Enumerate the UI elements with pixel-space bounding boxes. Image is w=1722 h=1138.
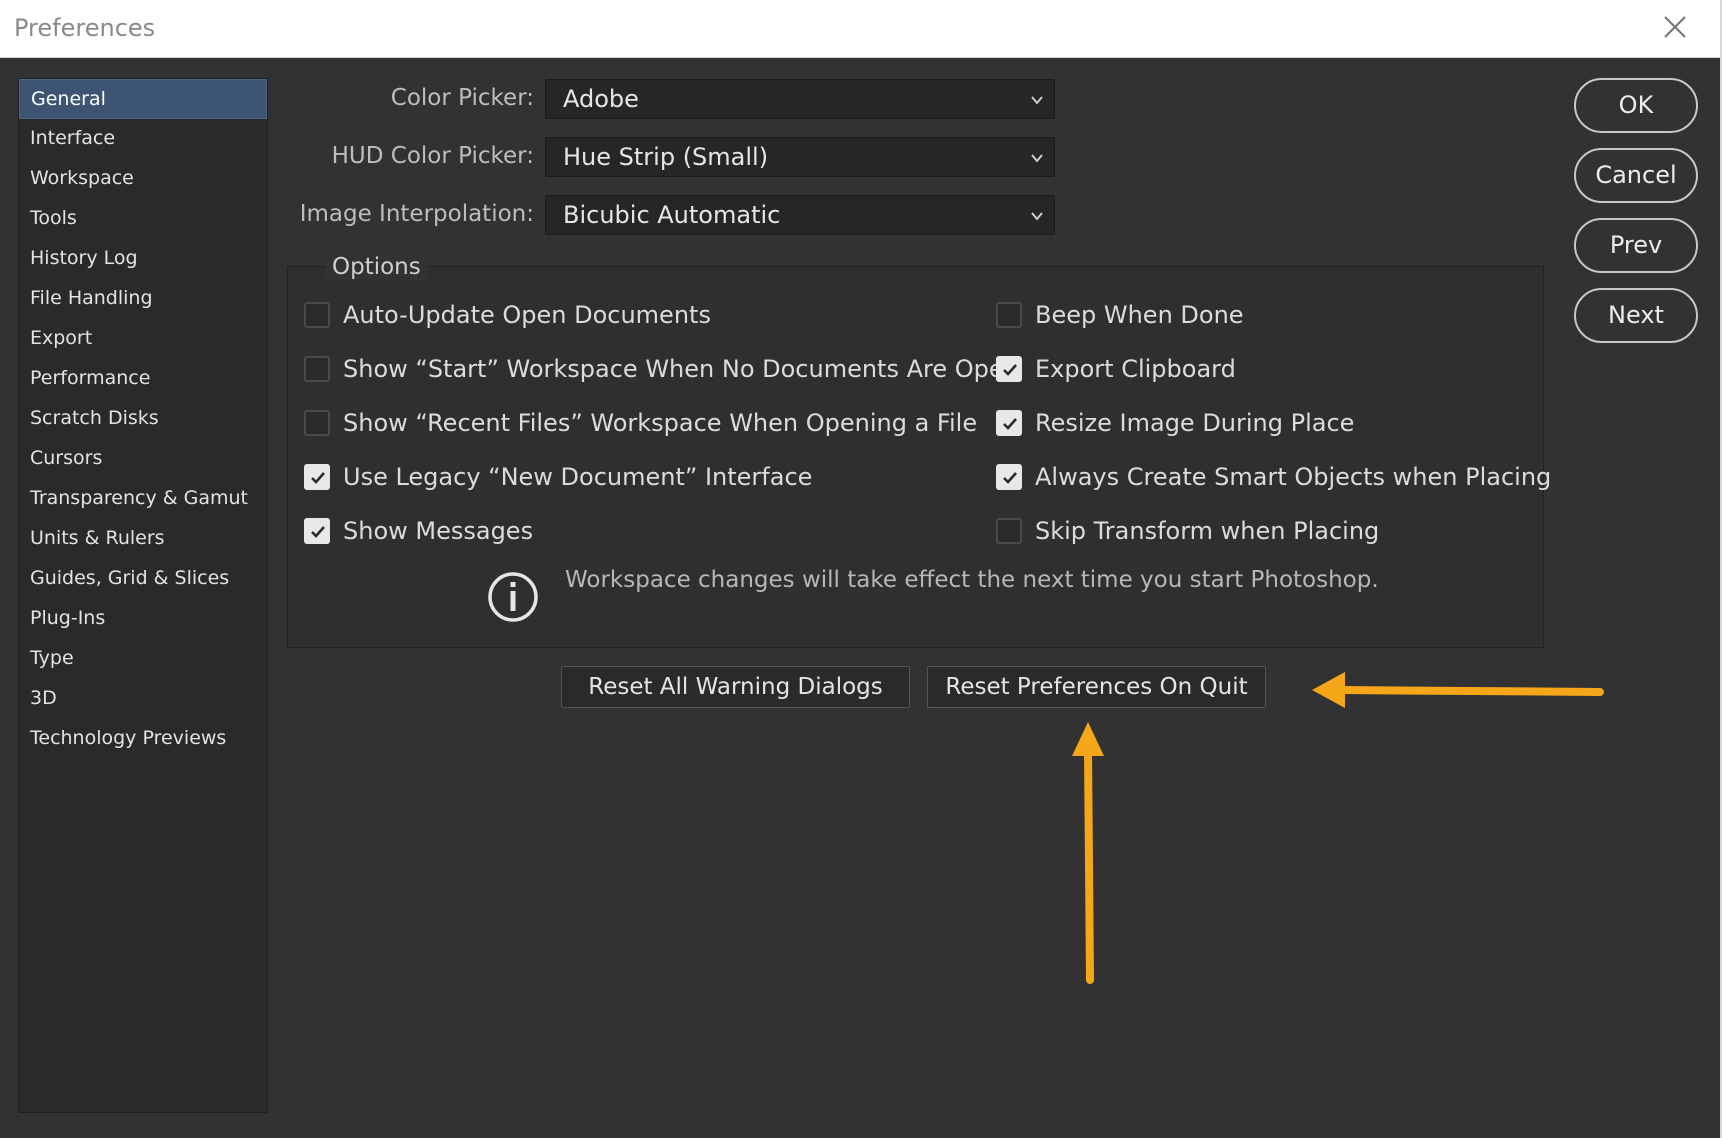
sidebar-item-workspace[interactable]: Workspace: [19, 159, 267, 199]
hud-color-picker-value: Hue Strip (Small): [563, 143, 769, 171]
checkmark-icon: [1003, 364, 1017, 376]
checkmark-icon: [1003, 418, 1017, 430]
sidebar-item-transparency-gamut[interactable]: Transparency & Gamut: [19, 479, 267, 519]
sidebar-item-cursors[interactable]: Cursors: [19, 439, 267, 479]
chevron-down-icon: [1031, 154, 1043, 163]
checkbox-label: Use Legacy “New Document” Interface: [343, 463, 813, 491]
chevron-down-icon: [1031, 212, 1043, 221]
sidebar-item-type[interactable]: Type: [19, 639, 267, 679]
checkbox-label: Beep When Done: [1035, 301, 1244, 329]
window-title: Preferences: [14, 14, 156, 42]
checkbox-box: [996, 464, 1022, 490]
checkbox-box: [304, 356, 330, 382]
cancel-button[interactable]: Cancel: [1574, 148, 1698, 203]
sidebar-item-scratch-disks[interactable]: Scratch Disks: [19, 399, 267, 439]
close-icon[interactable]: [1658, 10, 1692, 44]
options-legend: Options: [326, 254, 427, 280]
checkbox-label: Show “Start” Workspace When No Documents…: [343, 355, 1019, 383]
export-clipboard-checkbox[interactable]: Export Clipboard: [996, 353, 1236, 385]
color-picker-select[interactable]: Adobe: [545, 79, 1055, 119]
checkmark-icon: [311, 526, 325, 538]
checkbox-box: [304, 464, 330, 490]
ok-button[interactable]: OK: [1574, 78, 1698, 133]
use-legacy-new-document-checkbox[interactable]: Use Legacy “New Document” Interface: [304, 461, 812, 493]
checkbox-label: Show Messages: [343, 517, 534, 545]
sidebar-item-interface[interactable]: Interface: [19, 119, 267, 159]
checkbox-box: [996, 410, 1022, 436]
sidebar-item-3d[interactable]: 3D: [19, 679, 267, 719]
sidebar-item-tools[interactable]: Tools: [19, 199, 267, 239]
sidebar-item-technology-previews[interactable]: Technology Previews: [19, 719, 267, 759]
info-icon: [488, 572, 538, 622]
sidebar-item-performance[interactable]: Performance: [19, 359, 267, 399]
arrow-left-icon: [1312, 672, 1604, 708]
hud-color-picker-label: HUD Color Picker:: [331, 143, 534, 169]
checkmark-icon: [311, 472, 325, 484]
show-recent-files-workspace-checkbox[interactable]: Show “Recent Files” Workspace When Openi…: [304, 407, 977, 439]
title-bar: Preferences: [0, 0, 1722, 58]
chevron-down-icon: [1031, 96, 1043, 105]
preferences-category-list: General Interface Workspace Tools Histor…: [18, 78, 268, 1113]
image-interpolation-value: Bicubic Automatic: [563, 201, 781, 229]
next-button[interactable]: Next: [1574, 288, 1698, 343]
image-interpolation-select[interactable]: Bicubic Automatic: [545, 195, 1055, 235]
checkbox-label: Show “Recent Files” Workspace When Openi…: [343, 409, 978, 437]
sidebar-item-file-handling[interactable]: File Handling: [19, 279, 267, 319]
reset-all-warning-dialogs-button[interactable]: Reset All Warning Dialogs: [561, 666, 910, 708]
sidebar-item-units-rulers[interactable]: Units & Rulers: [19, 519, 267, 559]
sidebar-item-general[interactable]: General: [19, 79, 267, 119]
sidebar-item-plug-ins[interactable]: Plug-Ins: [19, 599, 267, 639]
hud-color-picker-select[interactable]: Hue Strip (Small): [545, 137, 1055, 177]
always-create-smart-objects-checkbox[interactable]: Always Create Smart Objects when Placing: [996, 461, 1551, 493]
color-picker-value: Adobe: [563, 85, 639, 113]
show-messages-checkbox[interactable]: Show Messages: [304, 515, 533, 547]
checkbox-box: [304, 302, 330, 328]
sidebar-item-export[interactable]: Export: [19, 319, 267, 359]
sidebar-item-history-log[interactable]: History Log: [19, 239, 267, 279]
show-start-workspace-checkbox[interactable]: Show “Start” Workspace When No Documents…: [304, 353, 1019, 385]
auto-update-open-documents-checkbox[interactable]: Auto-Update Open Documents: [304, 299, 711, 331]
checkbox-label: Export Clipboard: [1035, 355, 1236, 383]
checkbox-label: Skip Transform when Placing: [1035, 517, 1380, 545]
checkbox-label: Resize Image During Place: [1035, 409, 1355, 437]
workspace-info-text: Workspace changes will take effect the n…: [565, 567, 1379, 593]
checkbox-label: Auto-Update Open Documents: [343, 301, 711, 329]
prev-button[interactable]: Prev: [1574, 218, 1698, 273]
skip-transform-when-placing-checkbox[interactable]: Skip Transform when Placing: [996, 515, 1379, 547]
checkbox-box: [304, 518, 330, 544]
checkbox-label: Always Create Smart Objects when Placing: [1035, 463, 1552, 491]
color-picker-label: Color Picker:: [390, 85, 534, 111]
reset-preferences-on-quit-button[interactable]: Reset Preferences On Quit: [927, 666, 1266, 708]
resize-image-during-place-checkbox[interactable]: Resize Image During Place: [996, 407, 1354, 439]
checkbox-box: [304, 410, 330, 436]
checkbox-box: [996, 356, 1022, 382]
checkmark-icon: [1003, 472, 1017, 484]
checkbox-box: [996, 518, 1022, 544]
arrow-up-icon: [1072, 722, 1104, 984]
image-interpolation-label: Image Interpolation:: [299, 201, 534, 227]
checkbox-box: [996, 302, 1022, 328]
sidebar-item-guides-grid-slices[interactable]: Guides, Grid & Slices: [19, 559, 267, 599]
beep-when-done-checkbox[interactable]: Beep When Done: [996, 299, 1244, 331]
